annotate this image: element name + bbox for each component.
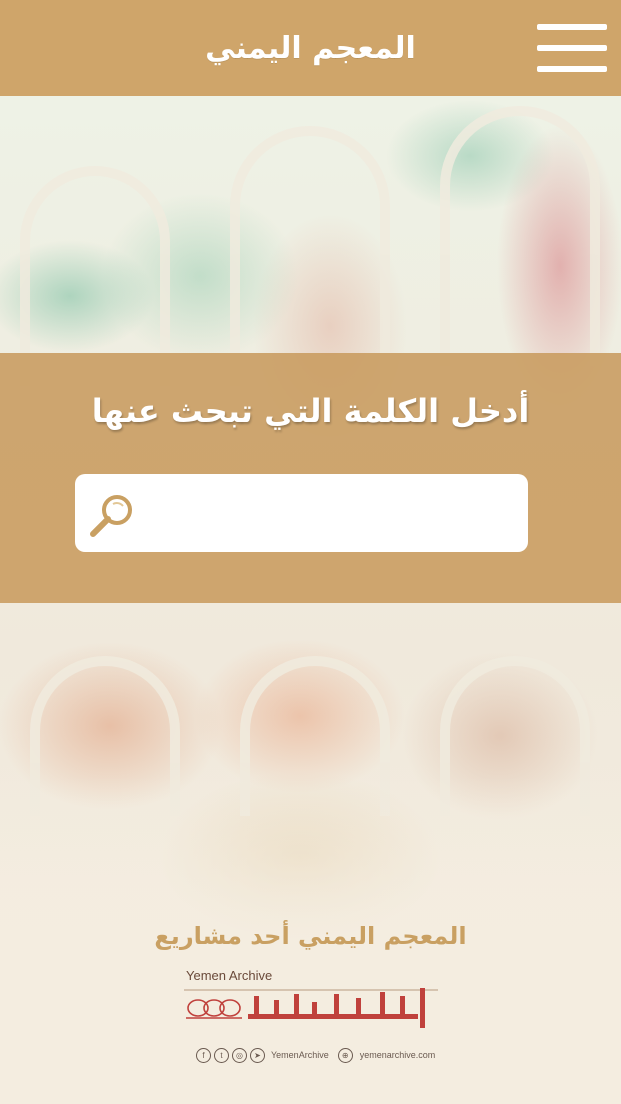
search-heading: أدخل الكلمة التي تبحث عنها	[91, 392, 530, 430]
menu-bar	[537, 45, 607, 51]
search-box[interactable]	[75, 474, 528, 552]
footer-tagline: المعجم اليمني أحد مشاريع	[154, 922, 467, 950]
instagram-icon[interactable]: ◎	[232, 1047, 247, 1063]
menu-bar	[537, 24, 607, 30]
page-title: المعجم اليمني	[205, 30, 416, 66]
arch-decoration	[230, 126, 390, 386]
hamburger-menu-icon[interactable]	[537, 24, 607, 72]
search-input[interactable]	[155, 492, 510, 534]
social-handle[interactable]: YemenArchive	[271, 1050, 329, 1060]
logo-english-text: Yemen Archive	[186, 968, 273, 983]
yemen-archive-logo[interactable]	[184, 984, 438, 1034]
website-link[interactable]: yemenarchive.com	[360, 1050, 436, 1060]
app-header: المعجم اليمني	[0, 0, 621, 96]
arch-decoration	[440, 106, 600, 366]
twitter-icon[interactable]: t	[214, 1047, 229, 1063]
search-icon[interactable]	[87, 490, 137, 540]
globe-icon: ⊕	[337, 1047, 353, 1063]
telegram-icon[interactable]: ➤	[250, 1047, 265, 1063]
social-links: f t ◎ ➤ YemenArchive ⊕ yemenarchive.com	[196, 1046, 435, 1064]
menu-bar	[537, 66, 607, 72]
artwork-fade	[0, 776, 621, 1016]
facebook-icon[interactable]: f	[196, 1047, 211, 1063]
